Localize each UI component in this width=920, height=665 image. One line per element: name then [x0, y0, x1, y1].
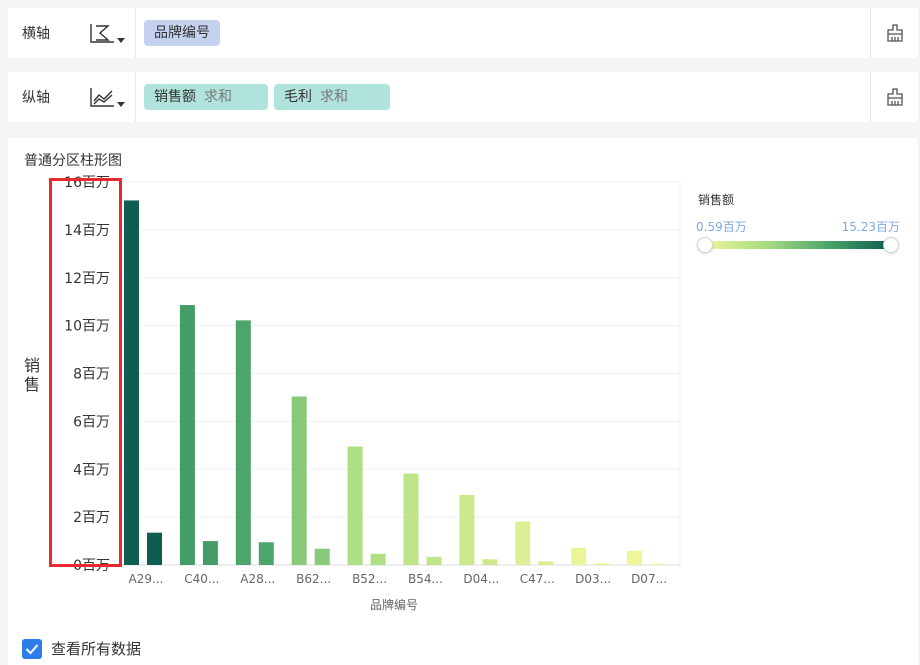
bar-sales[interactable] [291, 396, 307, 565]
legend-max-label: 15.23百万 [841, 220, 900, 234]
x-axis-clear-button[interactable] [870, 8, 918, 58]
bar-profit[interactable] [426, 556, 442, 565]
chevron-down-icon [117, 38, 125, 43]
x-axis-type-selector[interactable] [68, 8, 136, 58]
bar-profit[interactable] [202, 541, 218, 565]
bar-sales[interactable] [515, 521, 531, 565]
y-axis-type-selector[interactable] [68, 72, 136, 122]
y-field-name: 毛利 [284, 89, 312, 105]
bar-sales[interactable] [403, 473, 419, 565]
x-field-pill[interactable]: 品牌编号 [144, 20, 220, 46]
x-tick-label: A28... [240, 572, 275, 586]
bar-sales[interactable] [459, 494, 475, 565]
x-tick-label: B54... [408, 572, 443, 586]
x-tick-label: A29... [128, 572, 163, 586]
y-axis-highlight-box [49, 178, 122, 567]
x-tick-label: D04... [463, 572, 499, 586]
legend-title: 销售额 [698, 193, 735, 207]
y-field-name: 销售额 [154, 89, 196, 105]
y-axis-label: 纵轴 [22, 90, 50, 106]
x-axis-label: 横轴 [22, 26, 50, 42]
bar-profit[interactable] [650, 563, 666, 565]
y-field-agg: 求和 [204, 89, 232, 105]
chevron-down-icon [117, 102, 125, 107]
x-axis-title: 品牌编号 [370, 598, 419, 612]
y-field-pill-sales[interactable]: 销售额 求和 [144, 84, 268, 110]
bar-sales[interactable] [179, 305, 195, 565]
view-all-checkbox[interactable] [22, 638, 42, 659]
x-tick-label: C40... [184, 572, 219, 586]
check-icon [25, 643, 39, 654]
bar-sales[interactable] [235, 320, 251, 565]
legend-gradient-bar [705, 241, 890, 249]
broom-icon [886, 24, 903, 42]
bar-sales[interactable] [124, 200, 139, 565]
bar-sales[interactable] [347, 446, 363, 565]
x-tick-label: D07... [631, 572, 667, 586]
bar-profit[interactable] [594, 563, 610, 565]
broom-icon [886, 88, 903, 106]
legend-min-handle[interactable] [697, 237, 713, 253]
legend-min-label: 0.59百万 [696, 220, 747, 234]
y-field-pill-profit[interactable]: 毛利 求和 [274, 84, 390, 110]
bar-sales[interactable] [627, 550, 643, 565]
y-axis-fields: 销售额 求和 毛利 求和 [136, 72, 870, 122]
view-all-data-toggle[interactable]: 查看所有数据 [22, 638, 141, 659]
bar-profit[interactable] [258, 542, 274, 565]
bar-profit[interactable] [370, 553, 386, 565]
axis-y-icon [89, 88, 114, 107]
chart-panel: 普通分区柱形图 销售 0百万 2百万 4百万 6百万 8百万 10百万 12百万 14百万 16… [8, 138, 918, 665]
bar-profit[interactable] [147, 532, 162, 565]
y-axis-clear-button[interactable] [870, 72, 918, 122]
x-tick-label: D03... [575, 572, 611, 586]
y-axis-row: 纵轴 销售额 求和 毛利 求和 [8, 72, 918, 122]
bar-profit[interactable] [314, 548, 330, 565]
x-tick-label: B62... [296, 572, 331, 586]
axis-x-icon [89, 24, 114, 43]
y-field-agg: 求和 [320, 89, 348, 105]
x-axis-row: 横轴 品牌编号 [8, 8, 918, 58]
legend-max-handle[interactable] [883, 237, 899, 253]
bar-sales[interactable] [571, 547, 587, 565]
bar-profit[interactable] [482, 559, 498, 565]
x-tick-label: B52... [352, 572, 387, 586]
view-all-label: 查看所有数据 [51, 640, 142, 658]
x-axis-fields: 品牌编号 [136, 8, 870, 58]
bar-profit[interactable] [538, 561, 554, 565]
x-tick-label: C47... [520, 572, 555, 586]
bar-chart: 0百万2百万4百万6百万8百万10百万12百万14百万16百万A29... C40… [64, 175, 681, 586]
